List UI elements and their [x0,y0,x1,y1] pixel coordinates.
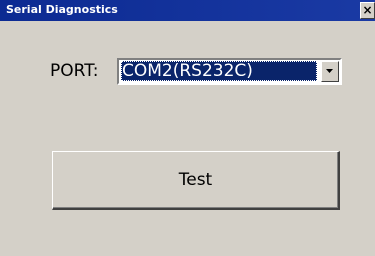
close-icon: × [362,3,373,17]
port-selected-value[interactable]: COM2(RS232C) [121,61,317,81]
chevron-down-icon [326,69,333,73]
port-dropdown-button[interactable] [321,61,339,82]
port-select[interactable]: COM2(RS232C) [117,58,342,85]
test-button[interactable]: Test [52,151,340,210]
serial-diagnostics-window: Serial Diagnostics × PORT: COM2(RS232C) … [0,0,375,256]
title-bar[interactable]: Serial Diagnostics × [0,0,375,21]
close-button[interactable]: × [360,2,375,19]
port-label: PORT: [50,61,99,81]
window-title: Serial Diagnostics [6,3,118,16]
